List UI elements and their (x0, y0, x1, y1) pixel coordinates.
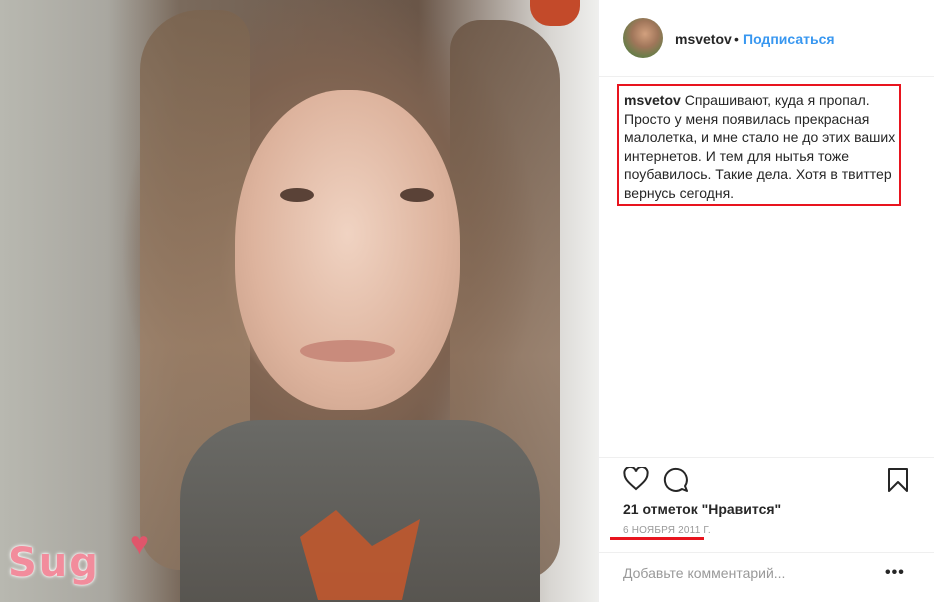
photo-sticker-text: Sug (8, 540, 100, 586)
header-username[interactable]: msvetov (675, 31, 732, 47)
post-date[interactable]: 6 НОЯБРЯ 2011 Г. (623, 525, 711, 536)
post-photo[interactable]: Sug ♥ (0, 0, 598, 602)
date-highlight-underline (610, 537, 704, 540)
caption-username[interactable]: msvetov (624, 92, 681, 108)
photo-hair-bow (530, 0, 580, 26)
likes-count[interactable]: 21 отметок "Нравится" (623, 501, 781, 517)
caption-text: Спрашивают, куда я пропал. Просто у меня… (624, 92, 896, 201)
avatar[interactable] (623, 18, 663, 58)
comment-icon[interactable] (663, 467, 689, 493)
actions-divider (599, 457, 934, 458)
photo-sticker-heart: ♥ (130, 525, 149, 561)
photo-eye-right (400, 188, 434, 202)
comment-input[interactable]: Добавьте комментарий... (623, 565, 785, 581)
header-separator: • (734, 31, 739, 47)
photo-face (235, 90, 460, 410)
post-side-panel: msvetov • Подписаться msvetov Спрашивают… (598, 0, 934, 602)
instagram-post: Sug ♥ msvetov • Подписаться msvetov Спра… (0, 0, 934, 602)
photo-mouth (300, 340, 395, 362)
bookmark-icon[interactable] (887, 467, 909, 493)
post-caption: msvetov Спрашивают, куда я пропал. Прост… (624, 91, 898, 202)
post-header: msvetov • Подписаться (599, 0, 934, 77)
follow-button[interactable]: Подписаться (743, 31, 835, 47)
photo-eye-left (280, 188, 314, 202)
more-options-icon[interactable]: ••• (885, 564, 905, 582)
heart-icon[interactable] (623, 467, 649, 491)
